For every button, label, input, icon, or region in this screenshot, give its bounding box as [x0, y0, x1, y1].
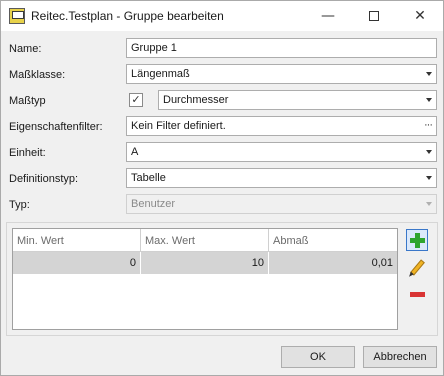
dialog-window: Reitec.Testplan - Gruppe bearbeiten — ✕ … [0, 0, 444, 376]
definitionstyp-label: Definitionstyp: [9, 173, 79, 185]
definitionstyp-value: Tabelle [131, 172, 166, 184]
masstyp-dropdown[interactable]: Durchmesser [158, 90, 437, 110]
table-header: Min. Wert Max. Wert Abmaß [13, 229, 397, 252]
masstyp-value: Durchmesser [163, 94, 229, 106]
column-header-max[interactable]: Max. Wert [141, 229, 269, 252]
ellipsis-button[interactable]: ··· [424, 119, 433, 131]
chevron-down-icon [426, 150, 432, 154]
close-icon: ✕ [414, 8, 426, 24]
massklasse-value: Längenmaß [131, 68, 190, 80]
filter-field[interactable]: Kein Filter definiert. ··· [126, 116, 437, 136]
typ-value: Benutzer [131, 198, 176, 210]
massklasse-label: Maßklasse: [9, 69, 66, 81]
masstyp-label: Maßtyp [9, 95, 46, 107]
delete-icon [409, 291, 425, 297]
column-header-abmass[interactable]: Abmaß [269, 229, 397, 252]
ok-button[interactable]: OK [281, 346, 355, 368]
cell-max[interactable]: 10 [141, 252, 269, 274]
add-icon [407, 230, 427, 251]
title-bar: Reitec.Testplan - Gruppe bearbeiten — ✕ [1, 1, 443, 31]
column-header-min[interactable]: Min. Wert [13, 229, 141, 252]
cell-abmass[interactable]: 0,01 [269, 252, 397, 274]
values-table[interactable]: Min. Wert Max. Wert Abmaß 0 10 0,01 [12, 228, 398, 330]
typ-dropdown: Benutzer [126, 194, 437, 214]
chevron-down-icon [426, 202, 432, 206]
name-label: Name: [9, 43, 42, 55]
check-icon: ✓ [131, 93, 141, 106]
filter-value: Kein Filter definiert. [131, 120, 226, 132]
app-icon [9, 8, 25, 24]
einheit-value: A [131, 146, 139, 158]
add-row-button[interactable] [406, 229, 428, 251]
name-value: Gruppe 1 [131, 42, 177, 54]
maximize-icon [369, 11, 379, 21]
typ-label: Typ: [9, 199, 30, 211]
einheit-label: Einheit: [9, 147, 46, 159]
masstyp-checkbox[interactable]: ✓ [129, 93, 143, 107]
minimize-icon: — [321, 8, 335, 24]
edit-icon [409, 258, 425, 276]
delete-row-button[interactable] [406, 283, 428, 305]
window-title: Reitec.Testplan - Gruppe bearbeiten [31, 9, 224, 23]
definitionstyp-dropdown[interactable]: Tabelle [126, 168, 437, 188]
einheit-dropdown[interactable]: A [126, 142, 437, 162]
chevron-down-icon [426, 176, 432, 180]
filter-label: Eigenschaftenfilter: [9, 121, 103, 133]
table-row[interactable]: 0 10 0,01 [13, 252, 397, 274]
chevron-down-icon [426, 72, 432, 76]
name-input[interactable]: Gruppe 1 [126, 38, 437, 58]
minimize-button[interactable]: — [305, 1, 351, 31]
massklasse-dropdown[interactable]: Längenmaß [126, 64, 437, 84]
chevron-down-icon [426, 98, 432, 102]
cancel-button[interactable]: Abbrechen [363, 346, 437, 368]
maximize-button[interactable] [351, 1, 397, 31]
close-button[interactable]: ✕ [397, 1, 443, 31]
edit-row-button[interactable] [406, 256, 428, 278]
cell-min[interactable]: 0 [13, 252, 141, 274]
